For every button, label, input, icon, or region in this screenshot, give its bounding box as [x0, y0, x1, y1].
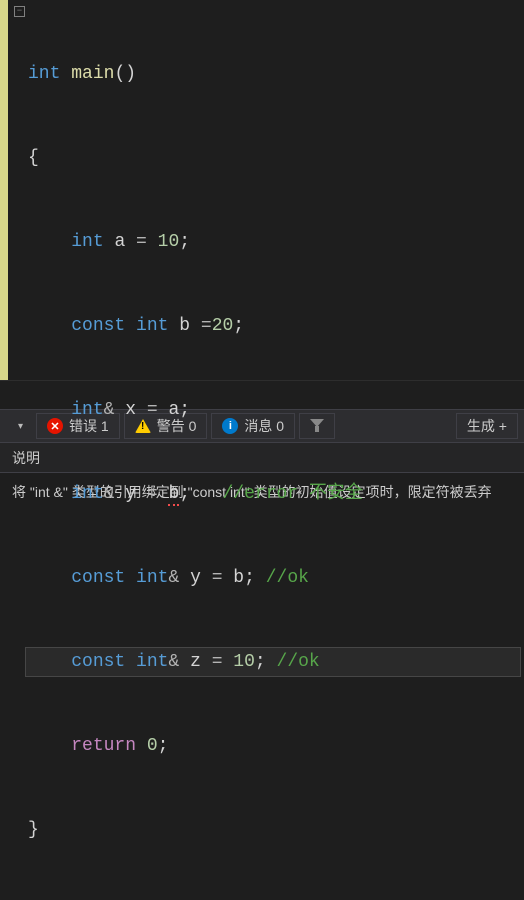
token-ident-error: b: [168, 484, 179, 506]
code-line: int& x = a;: [26, 396, 524, 424]
code-line-current: const int& z = 10; //ok: [26, 648, 520, 676]
token-semi: ;: [233, 316, 244, 336]
token-keyword: return: [71, 736, 136, 756]
token-comment: //error 不安全: [223, 484, 363, 504]
token-semi: ;: [179, 484, 190, 504]
filter-icon: [310, 419, 324, 433]
token-semi: ;: [179, 232, 190, 252]
chevron-down-icon: ▾: [18, 421, 23, 432]
code-line: const int& y = b; //ok: [26, 564, 524, 592]
token-type: int: [28, 64, 60, 84]
token-op: =: [125, 232, 157, 252]
token-keyword: const: [71, 316, 125, 336]
token-comment: //ok: [266, 568, 309, 588]
token-ident: a: [114, 232, 125, 252]
token-brace: {: [28, 148, 39, 168]
token-op: &: [168, 652, 179, 672]
warning-icon: [135, 419, 151, 433]
token-ident: a: [168, 400, 179, 420]
code-line: int& y = b; //error 不安全: [26, 480, 524, 508]
token-ident: z: [190, 652, 201, 672]
code-line: return 0;: [26, 732, 524, 760]
token-brace: }: [28, 820, 39, 840]
token-keyword: const: [71, 568, 125, 588]
token-op: =: [136, 400, 168, 420]
code-line: {: [26, 144, 524, 172]
code-line: int a = 10;: [26, 228, 524, 256]
editor-gutter: −: [0, 0, 22, 380]
token-semi: ;: [158, 736, 169, 756]
token-keyword: const: [71, 652, 125, 672]
token-ident: y: [190, 568, 201, 588]
token-semi: ;: [179, 400, 190, 420]
token-op: =: [201, 652, 233, 672]
token-op: =: [136, 484, 168, 504]
code-line: const int b =20;: [26, 312, 524, 340]
token-type: int: [136, 652, 168, 672]
token-ident: b: [233, 568, 244, 588]
token-type: int: [71, 400, 103, 420]
token-function: main: [71, 64, 114, 84]
code-line: int main(): [26, 60, 524, 88]
token-number: 0: [147, 736, 158, 756]
code-editor[interactable]: − int main() { int a = 10; const int b =…: [0, 0, 524, 380]
code-line: }: [26, 816, 524, 844]
token-ident: y: [125, 484, 136, 504]
code-area[interactable]: int main() { int a = 10; const int b =20…: [22, 0, 524, 380]
token-type: int: [71, 484, 103, 504]
token-op: =: [190, 316, 212, 336]
token-ident: b: [179, 316, 190, 336]
token-op: &: [104, 484, 115, 504]
token-op: &: [104, 400, 115, 420]
token-ident: x: [125, 400, 136, 420]
token-op: &: [168, 568, 179, 588]
token-number: 10: [158, 232, 180, 252]
token-type: int: [71, 232, 103, 252]
token-parens: (): [114, 64, 136, 84]
token-semi: ;: [244, 568, 255, 588]
token-op: =: [201, 568, 233, 588]
token-number: 20: [212, 316, 234, 336]
token-number: 10: [233, 652, 255, 672]
token-type: int: [136, 316, 168, 336]
token-type: int: [136, 568, 168, 588]
token-semi: ;: [255, 652, 266, 672]
token-comment: //ok: [277, 652, 320, 672]
